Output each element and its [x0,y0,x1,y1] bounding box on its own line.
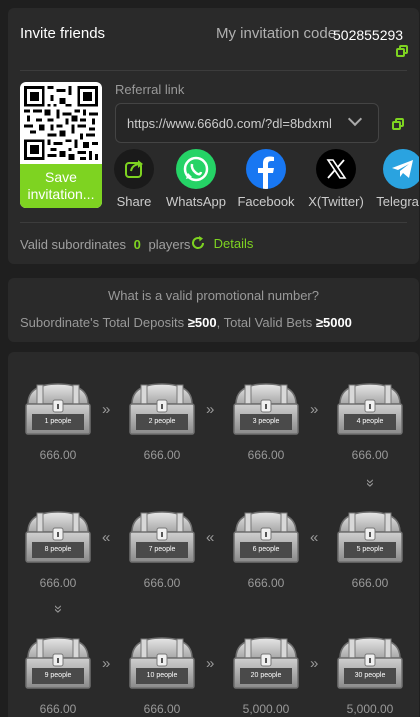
reward-amount: 5,000.00 [346,702,394,716]
reward-people-label: 2 people [148,418,176,425]
reward-amount: 666.00 [39,448,77,462]
arrow-right-icon: » [310,655,319,672]
reward-chest-icon[interactable]: 20 people [230,634,302,692]
reward-people-label: 8 people [44,546,72,553]
reward-amount: 666.00 [351,576,389,590]
reward-amount: 666.00 [39,576,77,590]
arrow-left-icon: « [310,529,319,546]
reward-amount: 666.00 [39,702,77,716]
rule-line: Subordinate's Total Deposits ≥500, Total… [20,315,352,330]
share-row: Share WhatsApp Facebook X(Twitter) Teleg… [8,149,419,211]
valid-subordinates: Valid subordinates 0 players [20,237,190,252]
reward-people-label: 20 people [250,672,282,679]
reward-amount: 666.00 [247,576,285,590]
facebook-icon [246,149,286,189]
reward-people-label: 3 people [252,418,280,425]
reward-people-label: 6 people [252,546,280,553]
reward-chest-icon[interactable]: 9 people [22,634,94,692]
reward-people-label: 1 people [44,418,72,425]
bets-value: ≥5000 [315,315,352,330]
telegram-label: Telegram [376,194,419,209]
reward-chest-icon[interactable]: 10 people [126,634,198,692]
details-link[interactable]: Details [190,235,253,254]
reward-people-label: 30 people [354,672,386,679]
reward-chest-icon[interactable]: 6 people [230,508,302,566]
valid-subordinates-count: 0 [133,237,141,252]
whatsapp-icon [176,149,216,189]
reward-amount: 666.00 [351,448,389,462]
reward-amount: 666.00 [143,448,181,462]
referral-link-label: Referral link [115,82,185,97]
reward-people-label: 5 people [356,546,384,553]
reward-people-label: 9 people [44,672,72,679]
referral-link-field[interactable]: https://www.666d0.com/?dl=8bdxml [115,103,379,143]
arrow-right-icon: » [206,655,215,672]
facebook-label: Facebook [237,194,295,209]
reward-amount: 666.00 [143,702,181,716]
arrow-left-icon: « [206,529,215,546]
rule-separator: , [216,315,221,330]
divider [20,222,407,223]
invitation-code-value: 502855293 [333,27,404,43]
rule-question: What is a valid promotional number? [108,288,319,303]
reward-amount: 5,000.00 [242,702,290,716]
reward-chest-icon[interactable]: 1 people [22,380,94,438]
bets-label: Total Valid Bets [223,315,313,330]
whatsapp-label: WhatsApp [166,194,226,209]
invite-card: Invite friends My invitation code 502855… [8,8,419,264]
deposits-label: Subordinate's Total Deposits [20,315,185,330]
invitation-code-label: My invitation code [216,25,337,42]
invite-title: Invite friends [20,25,106,42]
telegram-icon [383,149,419,189]
chevron-down-icon[interactable] [347,111,363,127]
reward-people-label: 10 people [146,672,178,679]
telegram-button[interactable]: Telegram [363,149,419,209]
reward-chest-icon[interactable]: 5 people [334,508,406,566]
arrow-left-icon: « [102,529,111,546]
reward-amount: 666.00 [247,448,285,462]
facebook-button[interactable]: Facebook [226,149,306,209]
reward-chest-icon[interactable]: 2 people [126,380,198,438]
reward-amount: 666.00 [143,576,181,590]
arrow-right-icon: » [102,401,111,418]
reward-people-label: 7 people [148,546,176,553]
reward-chest-icon[interactable]: 3 people [230,380,302,438]
reward-chest-icon[interactable]: 30 people [334,634,406,692]
x-twitter-icon [316,149,356,189]
deposits-value: ≥500 [187,315,217,330]
refresh-icon [190,235,206,254]
reward-people-label: 4 people [356,418,384,425]
players-label: players [148,237,191,252]
reward-chest-icon[interactable]: 4 people [334,380,406,438]
divider [20,70,407,71]
reward-chest-icon[interactable]: 8 people [22,508,94,566]
copy-link-icon[interactable] [392,118,404,130]
share-icon [114,149,154,189]
reward-chest-icon[interactable]: 7 people [126,508,198,566]
arrow-right-icon: » [310,401,319,418]
arrow-right-icon: » [102,655,111,672]
arrow-down-icon: » [50,604,68,614]
arrow-down-icon: » [362,478,380,488]
referral-link-text: https://www.666d0.com/?dl=8bdxml [127,116,332,131]
whatsapp-button[interactable]: WhatsApp [156,149,236,209]
copy-code-icon[interactable] [396,45,408,57]
arrow-right-icon: » [206,401,215,418]
valid-subordinates-label: Valid subordinates [20,237,126,252]
details-label: Details [213,235,254,251]
rule-card: What is a valid promotional number? Subo… [8,278,419,342]
